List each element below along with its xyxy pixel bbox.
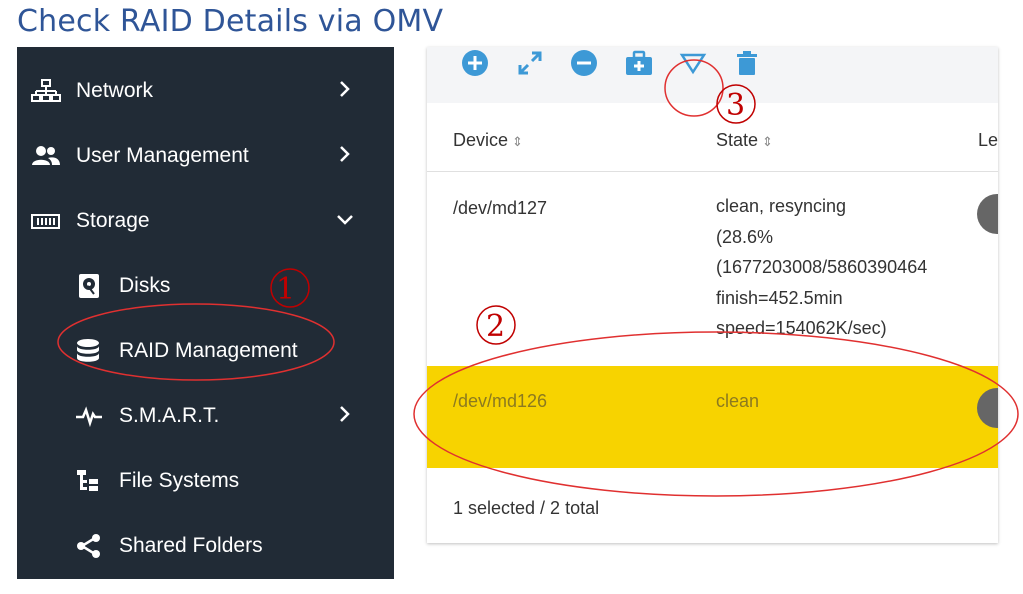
state-cell: clean, resyncing (28.6% (1677203008/5860…	[716, 196, 928, 338]
sidebar-item-disks[interactable]: Disks	[17, 260, 394, 310]
sort-icon: ⇕	[512, 134, 523, 149]
sidebar-item-file-systems[interactable]: File Systems	[17, 455, 394, 505]
pulse-icon	[76, 406, 102, 428]
sidebar-item-label: User Management	[76, 144, 249, 167]
sidebar-item-label: Storage	[76, 209, 150, 232]
column-header-level[interactable]: Le	[978, 130, 998, 151]
sort-icon: ⇕	[762, 134, 773, 149]
share-icon	[77, 534, 100, 558]
table-row-selected[interactable]: /dev/md126 clean	[427, 366, 998, 468]
chevron-right-icon	[340, 81, 350, 97]
slide-title: Check RAID Details via OMV	[17, 4, 444, 39]
sidebar-item-storage[interactable]: Storage	[17, 195, 394, 245]
sidebar-item-label: File Systems	[119, 469, 240, 492]
sidebar-item-label: Shared Folders	[119, 534, 263, 557]
selection-summary: 1 selected / 2 total	[453, 498, 600, 518]
device-cell: /dev/md126	[453, 391, 548, 411]
remove-icon[interactable]	[570, 49, 598, 77]
raid-panel: Device ⇕ State ⇕ Le /dev/md127 clean, resy…	[427, 47, 998, 543]
sidebar-item-network[interactable]: Network	[17, 65, 394, 115]
table-row[interactable]: /dev/md127 clean, resyncing (28.6% (1677…	[427, 172, 998, 366]
tree-icon	[77, 470, 98, 491]
storage-icon	[31, 214, 60, 229]
column-header-state[interactable]: State ⇕	[716, 130, 773, 151]
disk-icon	[79, 274, 99, 298]
sidebar-item-label: RAID Management	[119, 339, 298, 362]
chevron-down-icon	[337, 215, 353, 225]
database-icon	[77, 339, 99, 362]
device-cell: /dev/md127	[453, 198, 548, 218]
table-header: Device ⇕ State ⇕ Le	[427, 103, 998, 172]
toolbar	[427, 47, 998, 103]
state-cell: clean	[716, 391, 760, 411]
sidebar-item-user-management[interactable]: User Management	[17, 130, 394, 180]
sidebar-item-label: S.M.A.R.T.	[119, 404, 220, 427]
sidebar-item-label: Network	[76, 79, 154, 102]
add-icon[interactable]	[461, 49, 489, 77]
users-icon	[32, 146, 60, 165]
chevron-right-icon	[340, 406, 350, 422]
sidebar-item-raid-management[interactable]: RAID Management	[17, 325, 394, 375]
column-header-device[interactable]: Device ⇕	[453, 130, 523, 151]
sidebar-item-shared-folders[interactable]: Shared Folders	[17, 520, 394, 570]
sidebar: Network User Management Storage Disks RA…	[17, 47, 394, 579]
sidebar-item-smart[interactable]: S.M.A.R.T.	[17, 390, 394, 440]
level-badge	[977, 194, 998, 234]
filter-icon[interactable]	[679, 49, 707, 77]
medkit-icon[interactable]	[625, 49, 653, 77]
level-badge	[977, 388, 998, 428]
network-icon	[31, 79, 61, 102]
trash-icon[interactable]	[733, 49, 761, 77]
chevron-right-icon	[340, 146, 350, 162]
expand-icon[interactable]	[516, 49, 544, 77]
sidebar-item-label: Disks	[119, 274, 171, 297]
